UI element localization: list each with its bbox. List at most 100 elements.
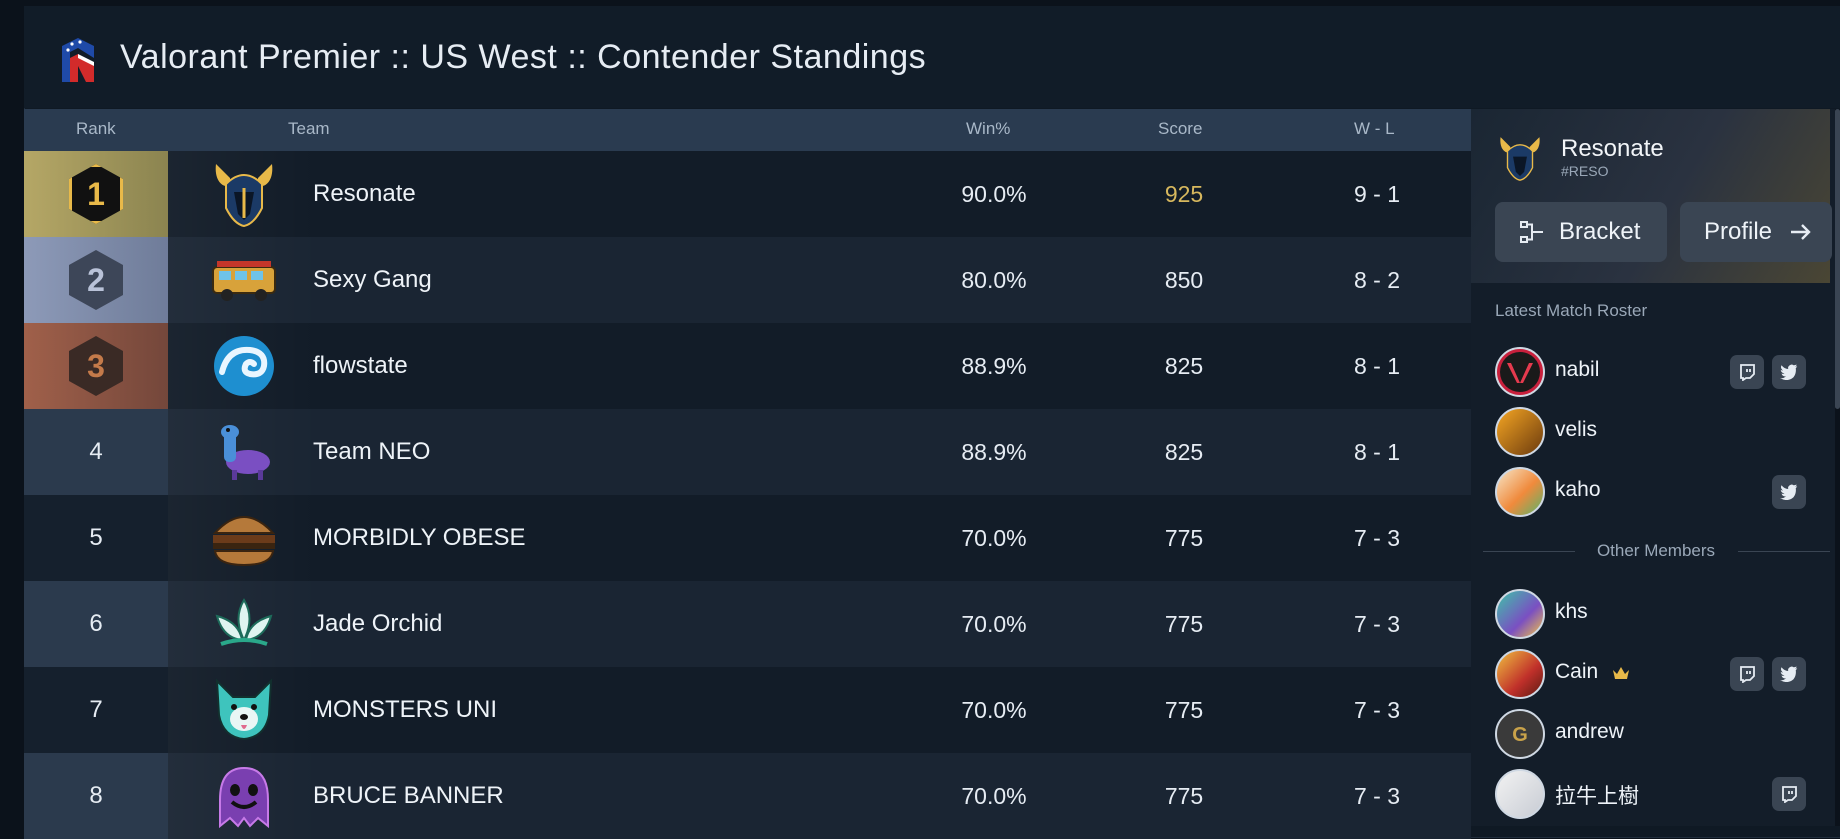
- horned-helmet-logo-icon: [1500, 137, 1540, 181]
- win-percent: 70.0%: [961, 610, 1027, 637]
- score: 825: [1164, 438, 1204, 465]
- jeepney-logo-icon: [168, 237, 320, 323]
- dog-logo-icon: [168, 667, 320, 753]
- page-title: Valorant Premier :: US West :: Contender…: [120, 38, 927, 76]
- table-row[interactable]: 4 Team NEO 88.9% 825 8 - 1: [24, 409, 1471, 495]
- team-name[interactable]: Team NEO: [313, 409, 430, 495]
- bracket-icon: [1519, 219, 1545, 245]
- member-name[interactable]: velis: [1555, 418, 1597, 442]
- column-header-wl[interactable]: W - L: [1354, 119, 1395, 139]
- table-row[interactable]: 1 Resonate 90.0% 925 9 - 1: [24, 151, 1471, 237]
- win-percent: 90.0%: [961, 180, 1027, 207]
- score: 775: [1164, 524, 1204, 551]
- member-name[interactable]: kaho: [1555, 478, 1601, 502]
- roster-member[interactable]: velis: [1495, 407, 1825, 457]
- member-name[interactable]: nabil: [1555, 358, 1599, 382]
- member-name[interactable]: andrew: [1555, 720, 1624, 744]
- win-percent: 70.0%: [961, 524, 1027, 551]
- column-header-win[interactable]: Win%: [966, 119, 1010, 139]
- rank-badge: 2: [69, 250, 123, 310]
- win-loss: 7 - 3: [1353, 696, 1401, 723]
- table-row[interactable]: 7 MONSTERS UNI 70.0% 775 7 - 3: [24, 667, 1471, 753]
- divider-left: [1483, 551, 1575, 552]
- score: 775: [1164, 696, 1204, 723]
- rank-badge: 1: [69, 164, 123, 224]
- member-name[interactable]: Cain: [1555, 660, 1630, 686]
- profile-label: Profile: [1704, 218, 1773, 245]
- team-detail-panel: Resonate #RESO Bracket Profile Latest Ma…: [1471, 109, 1840, 826]
- win-loss: 7 - 3: [1353, 610, 1401, 637]
- avatar: [1495, 467, 1545, 517]
- roster-member[interactable]: kaho: [1495, 467, 1825, 517]
- rank-cell: 6: [24, 581, 168, 667]
- rank-cell: 4: [24, 409, 168, 495]
- twitter-icon[interactable]: [1772, 475, 1806, 509]
- win-loss: 8 - 1: [1353, 438, 1401, 465]
- avatar: [1495, 769, 1545, 819]
- win-loss: 8 - 2: [1353, 266, 1401, 293]
- team-name[interactable]: Resonate: [313, 151, 416, 237]
- score: 775: [1164, 610, 1204, 637]
- win-loss: 7 - 3: [1353, 524, 1401, 551]
- team-name[interactable]: Jade Orchid: [313, 581, 442, 667]
- score: 850: [1164, 266, 1204, 293]
- team-name[interactable]: MORBIDLY OBESE: [313, 495, 526, 581]
- other-member[interactable]: G andrew: [1495, 709, 1825, 759]
- twitch-icon[interactable]: [1772, 777, 1806, 811]
- other-member[interactable]: khs: [1495, 589, 1825, 639]
- twitch-icon[interactable]: [1730, 355, 1764, 389]
- rank-cell: 8: [24, 753, 168, 839]
- ghost-logo-icon: [168, 753, 320, 839]
- win-loss: 9 - 1: [1353, 180, 1401, 207]
- bracket-button[interactable]: Bracket: [1495, 202, 1667, 262]
- avatar: G: [1495, 709, 1545, 759]
- latest-roster-label: Latest Match Roster: [1495, 301, 1648, 320]
- burger-logo-icon: [168, 495, 320, 581]
- rank-cell: 3: [24, 323, 168, 409]
- roster-member[interactable]: nabil: [1495, 347, 1825, 397]
- win-percent: 88.9%: [961, 438, 1027, 465]
- avatar: [1495, 649, 1545, 699]
- win-loss: 8 - 1: [1353, 352, 1401, 379]
- column-header-rank[interactable]: Rank: [76, 119, 116, 139]
- member-name[interactable]: khs: [1555, 600, 1588, 624]
- team-name[interactable]: Sexy Gang: [313, 237, 432, 323]
- crown-icon: [1612, 662, 1630, 686]
- other-member[interactable]: 拉牛上樹: [1495, 769, 1825, 819]
- profile-button[interactable]: Profile: [1680, 202, 1832, 262]
- avatar: [1495, 589, 1545, 639]
- score: 775: [1164, 782, 1204, 809]
- win-percent: 88.9%: [961, 352, 1027, 379]
- rank-cell: 5: [24, 495, 168, 581]
- win-percent: 70.0%: [961, 696, 1027, 723]
- score: 925: [1164, 180, 1204, 207]
- member-name[interactable]: 拉牛上樹: [1555, 780, 1639, 810]
- column-header-team[interactable]: Team: [288, 119, 330, 139]
- table-row[interactable]: 3 flowstate 88.9% 825 8 - 1: [24, 323, 1471, 409]
- team-name[interactable]: MONSTERS UNI: [313, 667, 497, 753]
- table-row[interactable]: 8 BRUCE BANNER 70.0% 775 7 - 3: [24, 753, 1471, 839]
- twitter-icon[interactable]: [1772, 657, 1806, 691]
- divider-right: [1738, 551, 1830, 552]
- team-name[interactable]: flowstate: [313, 323, 408, 409]
- column-header-score[interactable]: Score: [1158, 119, 1202, 139]
- team-name[interactable]: BRUCE BANNER: [313, 753, 504, 839]
- team-detail-header: Resonate #RESO Bracket Profile: [1471, 109, 1832, 283]
- twitch-icon[interactable]: [1730, 657, 1764, 691]
- win-percent: 80.0%: [961, 266, 1027, 293]
- wave-logo-icon: [168, 323, 320, 409]
- table-row[interactable]: 2 Sexy Gang 80.0% 850 8 - 2: [24, 237, 1471, 323]
- twitter-icon[interactable]: [1772, 355, 1806, 389]
- table-row[interactable]: 5 MORBIDLY OBESE 70.0% 775 7 - 3: [24, 495, 1471, 581]
- selected-team-tag: #RESO: [1561, 163, 1609, 179]
- bracket-label: Bracket: [1559, 218, 1641, 245]
- win-percent: 70.0%: [961, 782, 1027, 809]
- avatar: [1495, 407, 1545, 457]
- sidebar-scroll-thumb[interactable]: [1835, 109, 1840, 409]
- standings-table-body: 1 Resonate 90.0% 925 9 - 1 2 Sexy Gang 8…: [24, 151, 1471, 839]
- table-row[interactable]: 6 Jade Orchid 70.0% 775 7 - 3: [24, 581, 1471, 667]
- win-loss: 7 - 3: [1353, 782, 1401, 809]
- llama-logo-icon: [168, 409, 320, 495]
- rank-badge: 3: [69, 336, 123, 396]
- other-member[interactable]: Cain: [1495, 649, 1825, 699]
